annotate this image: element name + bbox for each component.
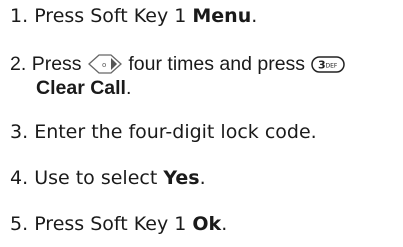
step-number: 2. [10, 53, 27, 75]
step-4: 4. Use to select Yes. [10, 166, 206, 190]
step-text: Use to select [34, 167, 158, 189]
step-text: Enter the four-digit lock code. [34, 121, 317, 143]
key-3-icon: 3 DEF [310, 52, 346, 82]
step-text: four times and press [128, 53, 306, 75]
step-2-continuation: Clear Call. [10, 76, 131, 100]
key-letters: DEF [326, 63, 338, 70]
step-emphasis: Clear Call [36, 77, 126, 99]
step-emphasis: Ok [192, 213, 222, 235]
step-period: . [199, 167, 206, 189]
step-emphasis: Menu [192, 5, 252, 27]
step-number: 4. [10, 167, 29, 189]
step-1: 1. Press Soft Key 1 Menu. [10, 4, 257, 28]
step-emphasis: Yes [163, 167, 200, 189]
step-5: 5. Press Soft Key 1 Ok. [10, 212, 227, 236]
step-text: Press Soft Key 1 [34, 213, 187, 235]
step-text: Press [31, 53, 82, 75]
key-number: 3 [318, 59, 326, 72]
step-text: Press Soft Key 1 [34, 5, 187, 27]
step-period: . [125, 77, 132, 99]
step-number: 3. [10, 121, 29, 143]
step-period: . [251, 5, 258, 27]
step-period: . [221, 213, 228, 235]
step-number: 1. [10, 5, 29, 27]
svg-text:o: o [102, 61, 106, 69]
step-number: 5. [10, 213, 29, 235]
step-3: 3. Enter the four-digit lock code. [10, 120, 317, 144]
